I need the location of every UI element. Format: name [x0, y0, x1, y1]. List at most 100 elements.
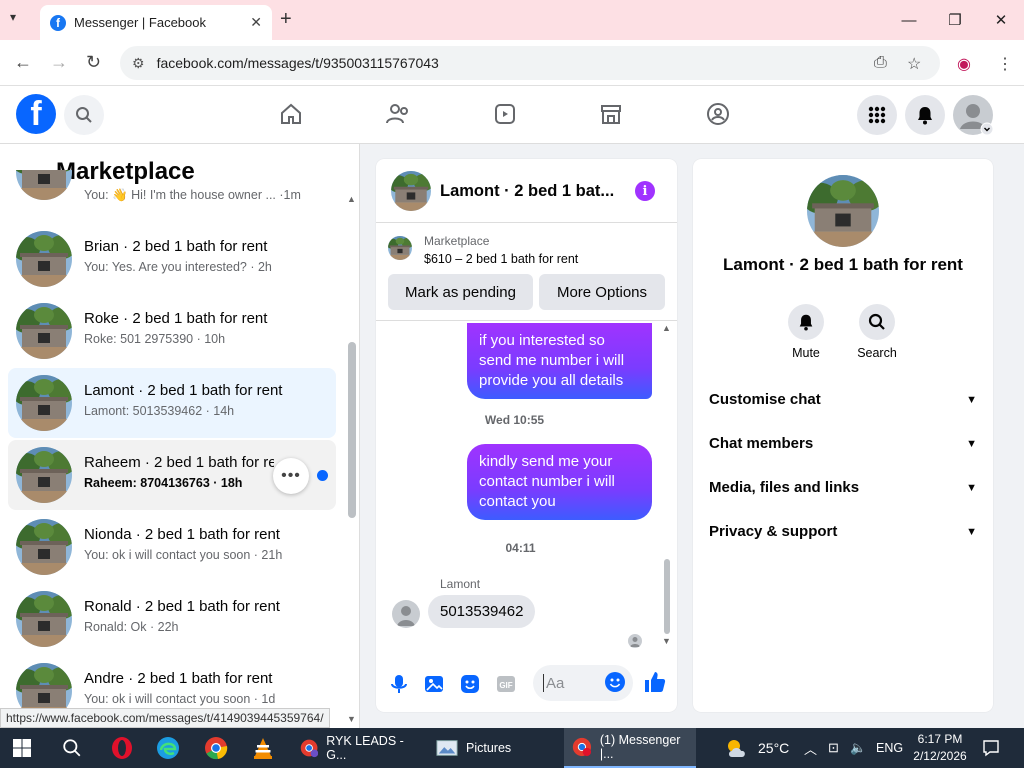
taskbar-search-icon[interactable] [62, 728, 82, 768]
chat-avatar[interactable] [391, 171, 431, 211]
conversation-name: Raheem · 2 bed 1 bath for rent [84, 454, 274, 471]
search-icon [76, 107, 92, 123]
account-avatar[interactable] [953, 95, 993, 135]
tray-chevron-up-icon[interactable]: ︿ [804, 728, 817, 768]
conversation-item[interactable]: You: 👋 Hi! I'm the house owner ... ·1m [8, 170, 336, 214]
chat-scroll-down-arrow[interactable]: ▼ [662, 636, 671, 646]
maximize-button[interactable]: ❐ [932, 0, 978, 40]
emoji-icon[interactable] [604, 671, 626, 693]
chat-members-section[interactable]: Chat members ▼ [709, 435, 977, 452]
chat-panel: Lamont · 2 bed 1 bat... i Marketplace $6… [376, 159, 677, 712]
info-icon[interactable]: i [635, 181, 655, 201]
section-label: Media, files and links [709, 479, 860, 496]
opera-icon[interactable] [110, 728, 134, 768]
listing-price-title[interactable]: $610 – 2 bed 1 bath for rent [424, 252, 578, 266]
taskbar-app-pictures[interactable]: Pictures [428, 728, 554, 768]
profile-icon[interactable]: ◉ [957, 54, 971, 74]
chrome-icon[interactable] [204, 728, 228, 768]
sender-avatar[interactable] [392, 600, 420, 628]
taskbar-app-messenger[interactable]: (1) Messenger |... [564, 728, 696, 768]
notifications-bell-icon[interactable] [905, 95, 945, 135]
conversation-last-message: Raheem: 8704136763 · 18h [84, 476, 243, 490]
message-outgoing[interactable]: if you interested so send me number i wi… [467, 323, 652, 399]
address-bar[interactable]: ⚙ facebook.com/messages/t/93500311576704… [120, 46, 940, 80]
new-tab-button[interactable]: + [280, 8, 292, 31]
gif-icon[interactable]: GIF [495, 673, 517, 695]
menu-grid-icon[interactable] [857, 95, 897, 135]
conversation-item[interactable]: Ronald · 2 bed 1 bath for rent Ronald: O… [8, 584, 336, 654]
close-window-button[interactable]: ✕ [978, 0, 1024, 40]
conversation-item[interactable]: Raheem · 2 bed 1 bath for rent Raheem: 8… [8, 440, 336, 510]
volume-icon[interactable]: 🔈 [850, 728, 866, 768]
conversation-item[interactable]: Roke · 2 bed 1 bath for rent Roke: 501 2… [8, 296, 336, 366]
taskbar-app-ryk-leads[interactable]: RYK LEADS - G... [292, 728, 418, 768]
more-options-button[interactable]: More Options [539, 274, 665, 310]
chat-scroll-up-arrow[interactable]: ▲ [662, 323, 671, 333]
message-incoming[interactable]: 5013539462 [428, 595, 536, 628]
vlc-icon[interactable] [251, 728, 275, 768]
listing-thumbnail [16, 519, 72, 575]
windows-start-icon[interactable] [12, 728, 32, 768]
scroll-up-arrow[interactable]: ▲ [347, 194, 356, 204]
sticker-icon[interactable] [459, 673, 481, 695]
tab-close-icon[interactable]: ✕ [250, 14, 262, 31]
conversation-options-button[interactable]: ••• [273, 458, 309, 494]
input-language[interactable]: ENG [876, 728, 903, 768]
listing-thumbnail [16, 170, 72, 200]
conversation-item[interactable]: Brian · 2 bed 1 bath for rent You: Yes. … [8, 224, 336, 294]
conversation-last-message: You: ok i will contact you soon · 1d [84, 692, 276, 706]
chat-title[interactable]: Lamont · 2 bed 1 bat... [440, 182, 614, 201]
mute-button[interactable]: Mute [771, 304, 841, 360]
message-outgoing[interactable]: kindly send me your contact number i wil… [467, 444, 652, 520]
conversation-item-active[interactable]: Lamont · 2 bed 1 bath for rent Lamont: 5… [8, 368, 336, 438]
home-icon[interactable] [277, 100, 305, 128]
listing-thumbnail [16, 591, 72, 647]
listing-thumbnail [16, 231, 72, 287]
microphone-icon[interactable] [388, 673, 410, 695]
privacy-support-section[interactable]: Privacy & support ▼ [709, 523, 977, 540]
facebook-logo-icon[interactable]: f [16, 94, 56, 134]
mark-as-pending-button[interactable]: Mark as pending [388, 274, 533, 310]
text-caret [543, 674, 544, 692]
conversation-name: Ronald · 2 bed 1 bath for rent [84, 598, 280, 615]
marketplace-icon[interactable] [597, 100, 625, 128]
media-files-links-section[interactable]: Media, files and links ▼ [709, 479, 977, 496]
notification-center-icon[interactable] [982, 728, 1000, 768]
bookmark-star-icon[interactable]: ☆ [907, 54, 921, 74]
tab-search-icon[interactable]: ▾ [10, 10, 16, 24]
facebook-favicon-icon: f [50, 14, 66, 31]
reload-icon[interactable]: ↻ [86, 52, 101, 73]
windows-taskbar: RYK LEADS - G... Pictures (1) Messenger … [0, 728, 1024, 768]
conversation-last-message: You: 👋 Hi! I'm the house owner ... ·1m [84, 188, 301, 202]
listing-thumbnail [16, 375, 72, 431]
thumbs-up-icon[interactable] [643, 670, 667, 694]
groups-icon[interactable] [704, 100, 732, 128]
browser-tab[interactable]: f Messenger | Facebook ✕ [40, 5, 272, 40]
search-button[interactable] [64, 95, 104, 135]
back-icon[interactable]: ← [14, 52, 32, 73]
conversation-item[interactable]: Nionda · 2 bed 1 bath for rent You: ok i… [8, 512, 336, 582]
system-clock[interactable]: 6:17 PM 2/12/2026 [908, 731, 972, 765]
conversation-name: Brian · 2 bed 1 bath for rent [84, 238, 268, 255]
chat-scrollbar[interactable] [664, 559, 670, 634]
conversation-avatar[interactable] [807, 175, 879, 247]
weather-icon[interactable] [724, 728, 750, 768]
chrome-icon [300, 739, 319, 758]
scroll-down-arrow[interactable]: ▼ [347, 714, 356, 724]
edge-icon[interactable] [156, 728, 180, 768]
photo-icon[interactable] [423, 673, 445, 695]
meet-now-icon[interactable]: ⊡ [828, 728, 839, 768]
site-info-icon[interactable]: ⚙ [132, 55, 145, 72]
taskbar-app-label: Pictures [466, 741, 512, 755]
install-app-icon[interactable]: ⎙ [874, 54, 887, 72]
sidebar-scrollbar[interactable] [348, 342, 356, 518]
search-conversation-button[interactable]: Search [842, 304, 912, 360]
friends-icon[interactable] [384, 100, 412, 128]
minimize-button[interactable]: — [886, 0, 932, 40]
menu-dots-icon[interactable]: ⋮ [997, 54, 1013, 74]
taskbar-app-label: (1) Messenger |... [599, 733, 681, 761]
video-icon[interactable] [491, 100, 519, 128]
section-label: Chat members [709, 435, 814, 452]
customise-chat-section[interactable]: Customise chat ▼ [709, 391, 977, 408]
forward-icon[interactable]: → [50, 52, 68, 73]
